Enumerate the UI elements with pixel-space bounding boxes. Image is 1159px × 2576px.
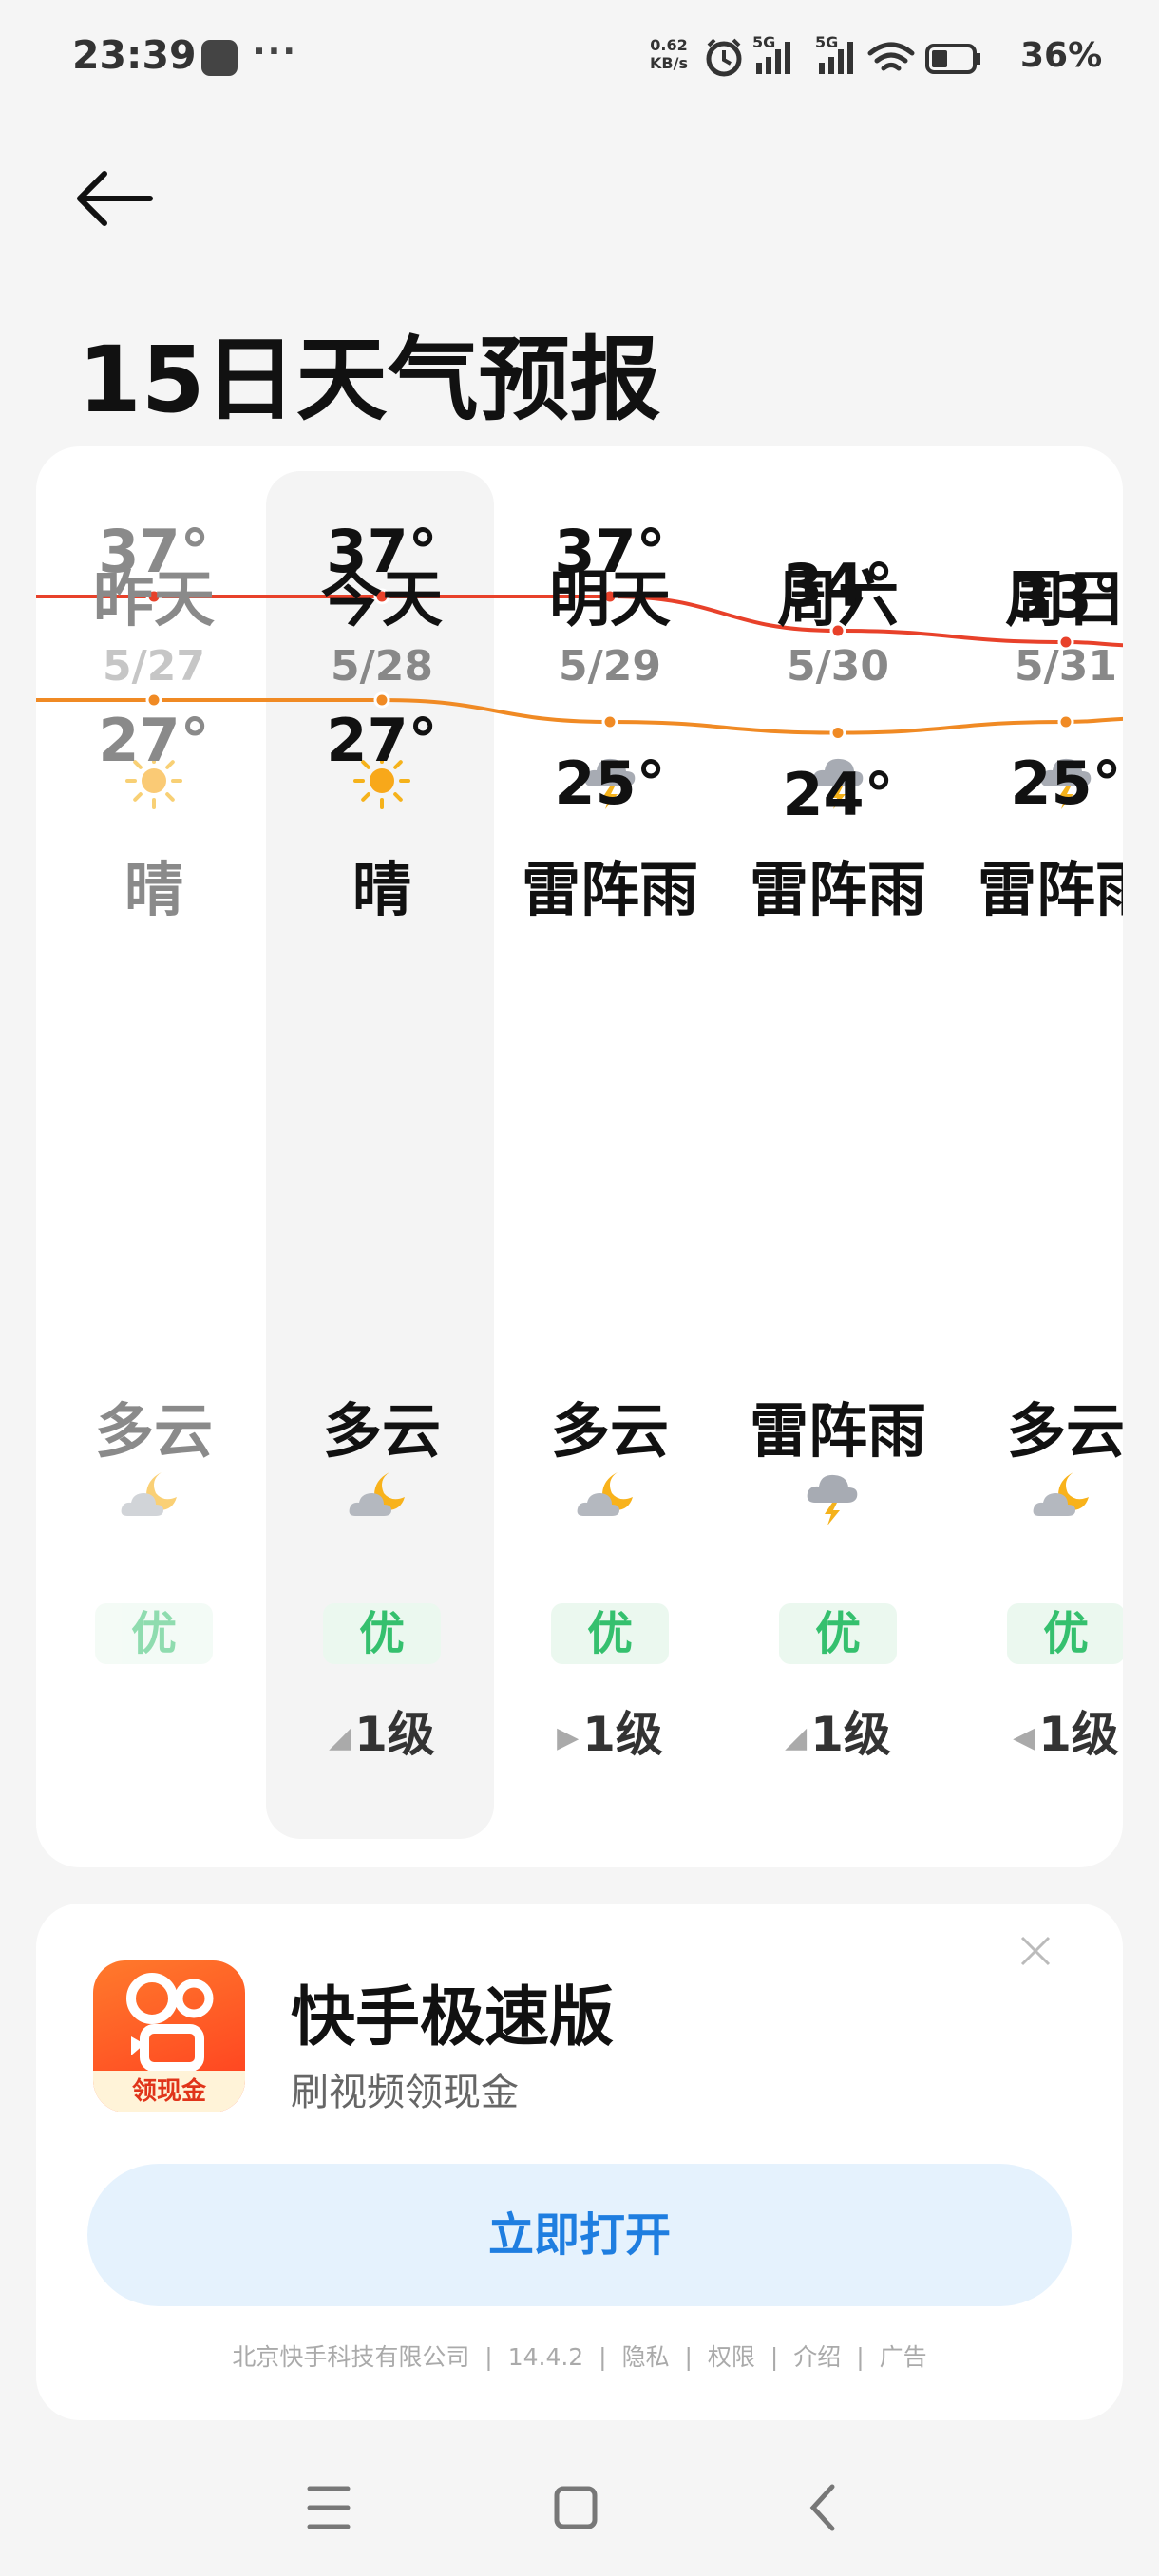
- high-temp: 33°: [1010, 562, 1122, 632]
- wind-level: ◢1级: [724, 1696, 952, 1765]
- ad-footer: 北京快手科技有限公司 | 14.4.2 | 隐私 | 权限 | 介绍 | 广告: [36, 2339, 1123, 2373]
- air-quality-badge: 优: [551, 1603, 669, 1664]
- day-weather: 晴: [124, 855, 183, 924]
- ad-intro-link[interactable]: 介绍: [793, 2343, 841, 2371]
- day-date: 5/29: [559, 642, 661, 691]
- wind-direction-icon: ◢: [785, 1721, 808, 1754]
- ad-privacy-link[interactable]: 隐私: [622, 2343, 670, 2371]
- ad-company: 北京快手科技有限公司: [232, 2343, 470, 2371]
- menu-icon[interactable]: [307, 2486, 351, 2529]
- forecast-day-column[interactable]: 周六 5/30 雷阵雨 34° 24° 雷阵雨 优 ◢1级: [724, 446, 952, 1867]
- day-weather: 雷阵雨: [521, 855, 698, 924]
- low-temp: 24°: [782, 759, 894, 829]
- network-speed: 0.62 KB/s: [650, 36, 688, 72]
- battery-percentage: 36%: [1020, 36, 1103, 75]
- open-app-button[interactable]: 立即打开: [87, 2164, 1072, 2306]
- low-temp: 27°: [326, 706, 438, 775]
- network-speed-value: 0.62: [650, 36, 688, 54]
- wind-direction-icon: ▶: [557, 1721, 580, 1754]
- ad-label: 广告: [879, 2343, 927, 2371]
- high-temp: 34°: [782, 551, 894, 620]
- low-temp: 25°: [1010, 748, 1122, 818]
- wind-level-value: 1级: [1038, 1707, 1119, 1762]
- air-quality-badge: 优: [779, 1603, 897, 1664]
- air-quality-badge: 优: [323, 1603, 441, 1664]
- signal-1-label: 5G: [752, 34, 775, 51]
- high-temp: 37°: [326, 517, 438, 586]
- wind-level: ◀1级: [952, 1696, 1123, 1765]
- app-logo[interactable]: 领现金: [93, 1960, 245, 2112]
- wind-level-value: 1级: [810, 1707, 891, 1762]
- wind-level-value: 1级: [354, 1707, 435, 1762]
- footer-separator: |: [598, 2343, 607, 2371]
- status-bar: 23:39 ··· 0.62 KB/s 5G 5G 36%: [0, 0, 1159, 114]
- day-weather: 晴: [352, 855, 411, 924]
- air-quality-badge: 优: [95, 1603, 213, 1664]
- status-time: 23:39: [72, 32, 197, 78]
- logo-badge: 领现金: [93, 2071, 245, 2112]
- forecast-day-column[interactable]: 周日 5/31 雷阵雨 33° 25° 多云 优 ◀1级: [952, 446, 1123, 1867]
- cloudy-night-icon: [1030, 1467, 1102, 1527]
- cloudy-night-icon: [118, 1467, 190, 1527]
- day-date: 5/27: [103, 642, 205, 691]
- footer-separator: |: [856, 2343, 864, 2371]
- day-weather: 雷阵雨: [977, 855, 1123, 924]
- alarm-icon: [706, 38, 742, 77]
- forecast-day-column[interactable]: 今天 5/28 晴 37° 27° 多云 优 ◢1级: [268, 446, 496, 1867]
- notification-app-icon: [201, 40, 238, 76]
- network-speed-unit: KB/s: [650, 54, 688, 72]
- close-icon[interactable]: [1016, 1932, 1054, 1970]
- night-weather: 多云: [322, 1396, 441, 1466]
- forecast-card[interactable]: 昨天 5/27 晴 37° 27° 多云 优 今天 5/28 晴 37° 27°…: [36, 446, 1123, 1867]
- page-title: 15日天气预报: [78, 327, 661, 433]
- low-temp: 27°: [98, 706, 210, 775]
- footer-separator: |: [684, 2343, 693, 2371]
- home-icon[interactable]: [554, 2486, 598, 2529]
- wind-level-value: 1级: [582, 1707, 663, 1762]
- kuaishou-logo-icon: [126, 1973, 214, 2072]
- system-nav-bar: [307, 2484, 835, 2531]
- footer-separator: |: [484, 2343, 493, 2371]
- day-date: 5/30: [787, 642, 889, 691]
- status-icons: 5G 5G: [706, 34, 980, 77]
- high-temp: 37°: [554, 517, 666, 586]
- back-arrow-icon[interactable]: [74, 165, 160, 232]
- wind-direction-icon: ◢: [329, 1721, 352, 1754]
- air-quality-badge: 优: [1007, 1603, 1123, 1664]
- signal-2-label: 5G: [815, 34, 838, 51]
- app-subtitle: 刷视频领现金: [291, 2071, 519, 2114]
- night-weather: 多云: [550, 1396, 669, 1466]
- ad-permissions-link[interactable]: 权限: [708, 2343, 755, 2371]
- cloudy-night-icon: [574, 1467, 646, 1527]
- battery-icon: [925, 44, 980, 74]
- wind-level: ◢1级: [268, 1696, 496, 1765]
- wifi-icon: [867, 42, 915, 71]
- ad-version: 14.4.2: [507, 2343, 584, 2371]
- wind-level: ▶1级: [496, 1696, 724, 1765]
- night-weather: 雷阵雨: [749, 1396, 926, 1466]
- high-temp: 37°: [98, 517, 210, 586]
- nav-back-icon[interactable]: [809, 2484, 835, 2531]
- wind-direction-icon: ◀: [1013, 1721, 1036, 1754]
- day-weather: 雷阵雨: [749, 855, 926, 924]
- night-weather: 多云: [1006, 1396, 1123, 1466]
- low-temp: 25°: [554, 748, 666, 818]
- forecast-day-column[interactable]: 明天 5/29 雷阵雨 37° 25° 多云 优 ▶1级: [496, 446, 724, 1867]
- footer-separator: |: [770, 2343, 779, 2371]
- forecast-day-column[interactable]: 昨天 5/27 晴 37° 27° 多云 优: [40, 446, 268, 1867]
- app-name: 快手极速版: [291, 1980, 615, 2055]
- day-date: 5/28: [331, 642, 433, 691]
- more-notifications-icon: ···: [253, 32, 298, 71]
- night-weather: 多云: [94, 1396, 213, 1466]
- thunderstorm-icon: [802, 1467, 874, 1527]
- day-date: 5/31: [1015, 642, 1117, 691]
- cloudy-night-icon: [346, 1467, 418, 1527]
